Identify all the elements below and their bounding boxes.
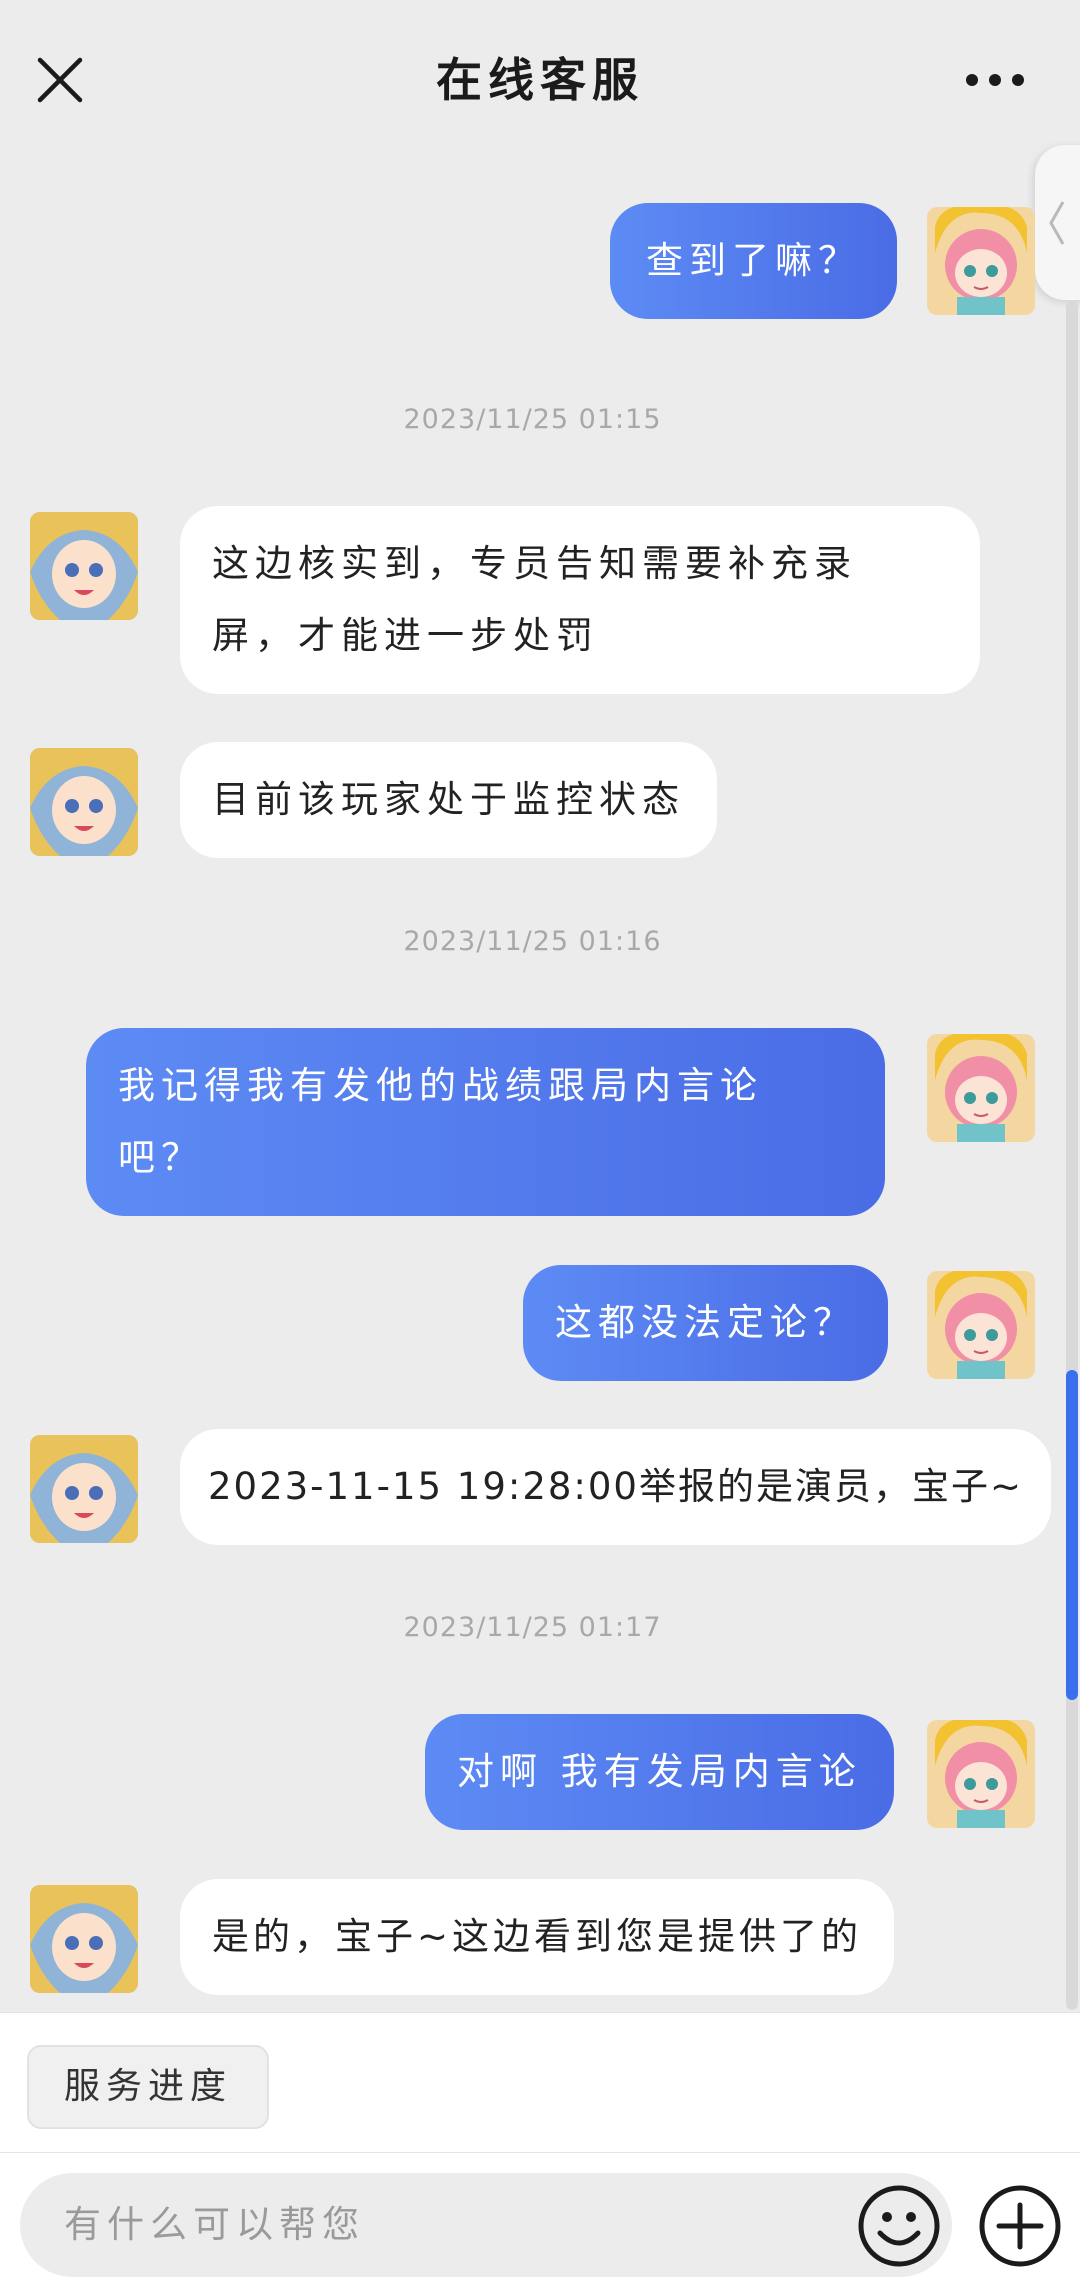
side-panel-tab[interactable] <box>1035 145 1080 300</box>
add-attachment-button[interactable] <box>977 2183 1063 2269</box>
smiley-icon <box>858 2185 940 2267</box>
agent-message-bubble: 这边核实到，专员告知需要补充录 屏，才能进一步处罚 <box>180 506 980 694</box>
agent-message-bubble: 是的，宝子~这边看到您是提供了的 <box>180 1879 895 1995</box>
agent-message-bubble: 目前该玩家处于监控状态 <box>180 742 717 858</box>
agent-avatar-image <box>30 1885 138 1993</box>
message-text-line: 这边核实到，专员告知需要补充录 <box>212 542 857 585</box>
message-text-line: 吧？ <box>118 1136 204 1179</box>
user-message-bubble: 查到了嘛？ <box>610 203 897 319</box>
message-text: 目前该玩家处于监控状态 <box>212 778 685 821</box>
message-text: 2023-11-15 19:28:00举报的是演员，宝子~ <box>208 1465 1023 1508</box>
agent-avatar[interactable] <box>30 512 138 620</box>
message-timestamp: 2023/11/25 01:15 <box>403 404 662 435</box>
service-progress-button[interactable]: 服务进度 <box>27 2045 269 2129</box>
more-button[interactable] <box>955 60 1035 100</box>
user-message-bubble: 这都没法定论？ <box>523 1265 888 1381</box>
message-text-line: 屏，才能进一步处罚 <box>212 614 599 657</box>
user-avatar[interactable] <box>927 207 1035 315</box>
user-avatar-image <box>927 207 1035 315</box>
message-text: 是的，宝子~这边看到您是提供了的 <box>212 1915 863 1958</box>
user-avatar[interactable] <box>927 1271 1035 1379</box>
chevron-left-icon <box>1049 200 1065 245</box>
message-text: 这都没法定论？ <box>555 1301 856 1344</box>
input-bar: 有什么可以帮您 <box>0 2152 1080 2295</box>
message-text-line: 我记得我有发他的战绩跟局内言论 <box>118 1064 763 1107</box>
agent-avatar-image <box>30 1435 138 1543</box>
scrollbar-thumb[interactable] <box>1066 1370 1078 1700</box>
quick-actions-bar: 服务进度 <box>0 2012 1080 2152</box>
plus-circle-icon <box>979 2185 1061 2267</box>
user-avatar[interactable] <box>927 1720 1035 1828</box>
agent-avatar[interactable] <box>30 1885 138 1993</box>
message-input[interactable]: 有什么可以帮您 <box>20 2173 952 2277</box>
agent-avatar[interactable] <box>30 748 138 856</box>
agent-avatar-image <box>30 748 138 856</box>
user-message-bubble: 我记得我有发他的战绩跟局内言论 吧？ <box>86 1028 885 1216</box>
message-timestamp: 2023/11/25 01:17 <box>403 1612 662 1643</box>
scrollbar-track[interactable] <box>1066 300 1078 2010</box>
user-message-bubble: 对啊 我有发局内言论 <box>425 1714 894 1830</box>
user-avatar-image <box>927 1034 1035 1142</box>
header: 在线客服 <box>0 0 1080 152</box>
emoji-button[interactable] <box>856 2183 942 2269</box>
agent-message-bubble: 2023-11-15 19:28:00举报的是演员，宝子~ <box>180 1429 1051 1545</box>
page-title: 在线客服 <box>436 53 644 107</box>
user-avatar-image <box>927 1271 1035 1379</box>
message-text: 对啊 我有发局内言论 <box>457 1750 862 1793</box>
message-text: 查到了嘛？ <box>646 239 861 282</box>
message-timestamp: 2023/11/25 01:16 <box>403 926 662 957</box>
user-avatar-image <box>927 1720 1035 1828</box>
agent-avatar-image <box>30 512 138 620</box>
more-icon <box>966 74 1024 86</box>
user-avatar[interactable] <box>927 1034 1035 1142</box>
agent-avatar[interactable] <box>30 1435 138 1543</box>
